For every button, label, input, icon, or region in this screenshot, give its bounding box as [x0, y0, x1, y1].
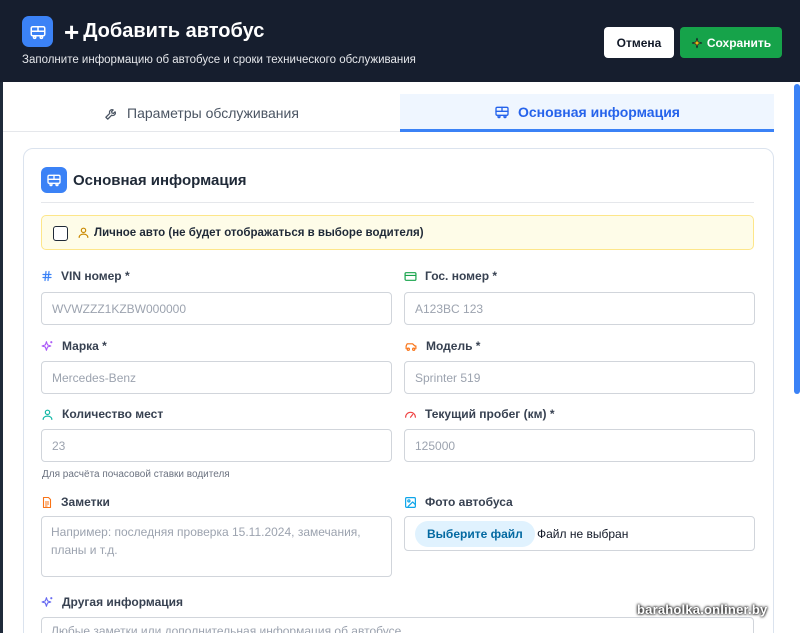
- notes-label: Заметки: [41, 495, 110, 509]
- seats-hint: Для расчёта почасовой ставки водителя: [42, 469, 230, 480]
- cancel-button[interactable]: Отмена: [604, 27, 674, 58]
- file-status: Файл не выбран: [537, 527, 629, 541]
- scrollbar-thumb[interactable]: [794, 84, 800, 394]
- plus-icon: +: [64, 16, 80, 47]
- id-card-icon: [404, 271, 417, 281]
- plate-input[interactable]: [404, 292, 755, 325]
- photo-file-input[interactable]: Выберите файл Файл не выбран: [404, 516, 755, 551]
- photo-label: Фото автобуса: [404, 495, 513, 509]
- seats-label: Количество мест: [41, 407, 163, 421]
- image-icon: [405, 496, 416, 508]
- tab-basic-info[interactable]: Основная информация: [400, 94, 774, 132]
- basic-info-card: Основная информация Личное авто (не буде…: [23, 148, 774, 633]
- bus-icon: [495, 106, 509, 118]
- modal-header: + Добавить автобус Заполните информацию …: [0, 0, 800, 82]
- watermark: baraholka.onliner.by: [637, 602, 768, 617]
- page-title: + Добавить автобус: [64, 16, 265, 47]
- document-icon: [42, 496, 52, 508]
- model-input[interactable]: [404, 361, 755, 394]
- user-icon: [42, 409, 53, 420]
- brand-input[interactable]: [41, 361, 392, 394]
- model-label: Модель *: [404, 339, 480, 353]
- mileage-input[interactable]: [404, 429, 755, 462]
- sparkle-icon: [691, 37, 702, 48]
- save-button[interactable]: Сохранить: [680, 27, 782, 58]
- card-title: Основная информация: [73, 172, 247, 189]
- car-icon: [405, 342, 417, 351]
- other-info-textarea[interactable]: Любые заметки или дополнительная информа…: [41, 617, 754, 633]
- notes-textarea[interactable]: [41, 516, 392, 577]
- brand-label: Марка *: [41, 339, 107, 353]
- page-title-text: Добавить автобус: [83, 20, 265, 42]
- modal-body: Параметры обслуживания Основная информац…: [3, 82, 800, 633]
- choose-file-button[interactable]: Выберите файл: [415, 521, 535, 547]
- user-icon: [78, 227, 89, 238]
- vin-label: VIN номер *: [41, 269, 130, 283]
- private-car-label: Личное авто (не будет отображаться в выб…: [94, 227, 424, 239]
- vin-input[interactable]: [41, 292, 392, 325]
- tab-maintenance-label: Параметры обслуживания: [127, 105, 299, 121]
- bus-icon: [41, 167, 67, 193]
- mileage-label: Текущий пробег (км) *: [404, 407, 555, 421]
- sparkles-icon: [41, 340, 53, 351]
- other-info-label: Другая информация: [41, 595, 183, 609]
- save-button-label: Сохранить: [706, 35, 772, 50]
- bus-icon: [22, 16, 53, 47]
- private-car-checkbox[interactable]: [53, 226, 68, 241]
- tab-bar: Параметры обслуживания Основная информац…: [3, 94, 774, 132]
- private-car-option[interactable]: Личное авто (не будет отображаться в выб…: [41, 215, 754, 250]
- divider: [41, 202, 754, 203]
- plate-label: Гос. номер *: [404, 269, 497, 283]
- wrench-icon: [105, 108, 117, 120]
- seats-input[interactable]: [41, 429, 392, 462]
- hash-icon: [42, 270, 52, 282]
- gauge-icon: [405, 411, 416, 418]
- page-subtitle: Заполните информацию об автобусе и сроки…: [22, 54, 416, 66]
- tab-basic-info-label: Основная информация: [518, 103, 680, 120]
- sparkles-icon: [41, 596, 53, 607]
- tab-maintenance[interactable]: Параметры обслуживания: [3, 94, 400, 132]
